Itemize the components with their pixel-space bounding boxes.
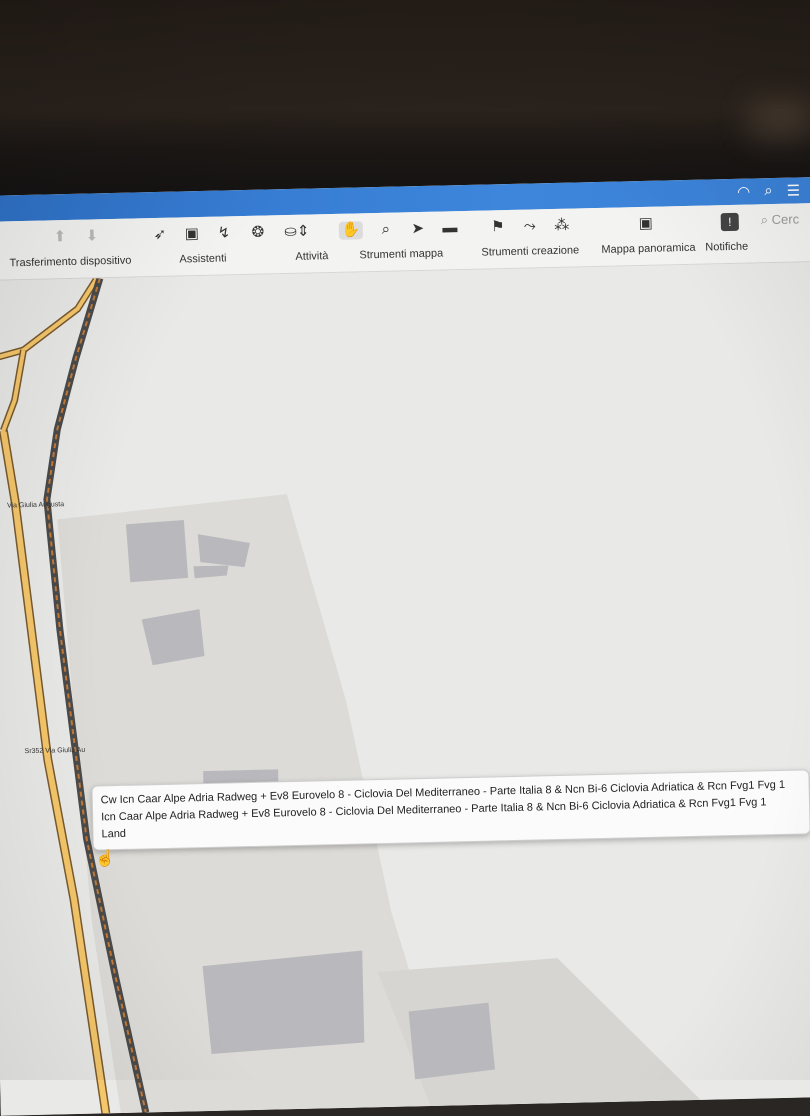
upload-icon[interactable]: ⬆	[51, 228, 69, 246]
toolbar-group-creation-tools: ⚑ ⤳ ⁂ Strumenti creazione	[480, 208, 591, 268]
map-canvas[interactable]: Via Giulia Augusta Sr352 Via Giulia Au C…	[0, 261, 810, 1116]
toolbar-group-map-tools: ✋ ⌕ ➤ ▬ Strumenti mappa	[338, 211, 469, 272]
overview-map-icon[interactable]: ▣	[637, 215, 655, 233]
background-light	[750, 100, 810, 140]
toolbar-label-overview-map: Mappa panoramica	[601, 241, 696, 256]
wifi-icon[interactable]: ◠	[737, 183, 750, 201]
toolbar-group-assistants: ➶ ▣ ↯ Assistenti	[151, 216, 262, 276]
search-placeholder: Cerc	[771, 211, 800, 228]
road-label-sr352: Sr352 Via Giulia Au	[24, 746, 86, 756]
control-center-icon[interactable]: ☰	[786, 181, 800, 199]
flag-icon[interactable]: ⚑	[489, 218, 507, 236]
search-field-icon: ⌕	[760, 212, 772, 228]
toolbar-group-device-transfer: ⬆ ⬇ Trasferimento dispositivo	[9, 218, 140, 279]
app-screen: ◠ ⌕ ☰ ⬆ ⬇ Trasferimento dispositivo ➶ ▣ …	[0, 176, 810, 1116]
ruler-icon[interactable]: ▬	[441, 219, 459, 237]
route-assistant-icon[interactable]: ↯	[215, 224, 233, 242]
cycling-icon[interactable]: ⛀⇕	[281, 222, 313, 241]
toolbar-label-device-transfer: Trasferimento dispositivo	[9, 254, 132, 270]
footprints-icon[interactable]: ⁂	[553, 217, 571, 235]
pointer-icon[interactable]: ➤	[409, 220, 427, 238]
building	[125, 520, 189, 583]
rocket-icon[interactable]: ➶	[151, 226, 169, 244]
search-field[interactable]: ⌕ Cerc	[761, 211, 800, 228]
notification-icon[interactable]: !	[720, 212, 739, 232]
route-icon[interactable]: ⤳	[521, 217, 539, 235]
building	[408, 1002, 495, 1080]
toolbar-label-assistants: Assistenti	[179, 252, 227, 266]
monitor-bezel	[0, 0, 810, 200]
zoom-icon[interactable]: ⌕	[377, 221, 395, 239]
toolbar-label-notifications: Notifiche	[705, 240, 749, 254]
toolbar-group-notifications: ! Notifiche	[704, 204, 765, 263]
toolbar-label-creation-tools: Strumenti creazione	[481, 244, 580, 259]
spiral-icon[interactable]: ❂	[249, 224, 267, 242]
download-icon[interactable]: ⬇	[83, 227, 101, 245]
toolbar-label-map-tools: Strumenti mappa	[359, 247, 444, 262]
menu-bar-status: ◠ ⌕ ☰	[737, 181, 800, 201]
hand-cursor-icon: ☝	[94, 850, 116, 868]
map-graphics	[0, 276, 701, 1115]
building	[202, 950, 365, 1054]
toolbar-group-activities: ❂ ⛀⇕ Attività	[249, 214, 340, 274]
hand-icon[interactable]: ✋	[338, 221, 364, 240]
toolbar-label-activities: Attività	[295, 250, 329, 263]
road-label-via-giulia-augusta: Via Giulia Augusta	[6, 501, 65, 510]
toolbar-group-overview-map: ▣ Mappa panoramica	[600, 206, 701, 266]
backpack-icon[interactable]: ▣	[183, 225, 201, 243]
search-icon[interactable]: ⌕	[764, 182, 773, 200]
